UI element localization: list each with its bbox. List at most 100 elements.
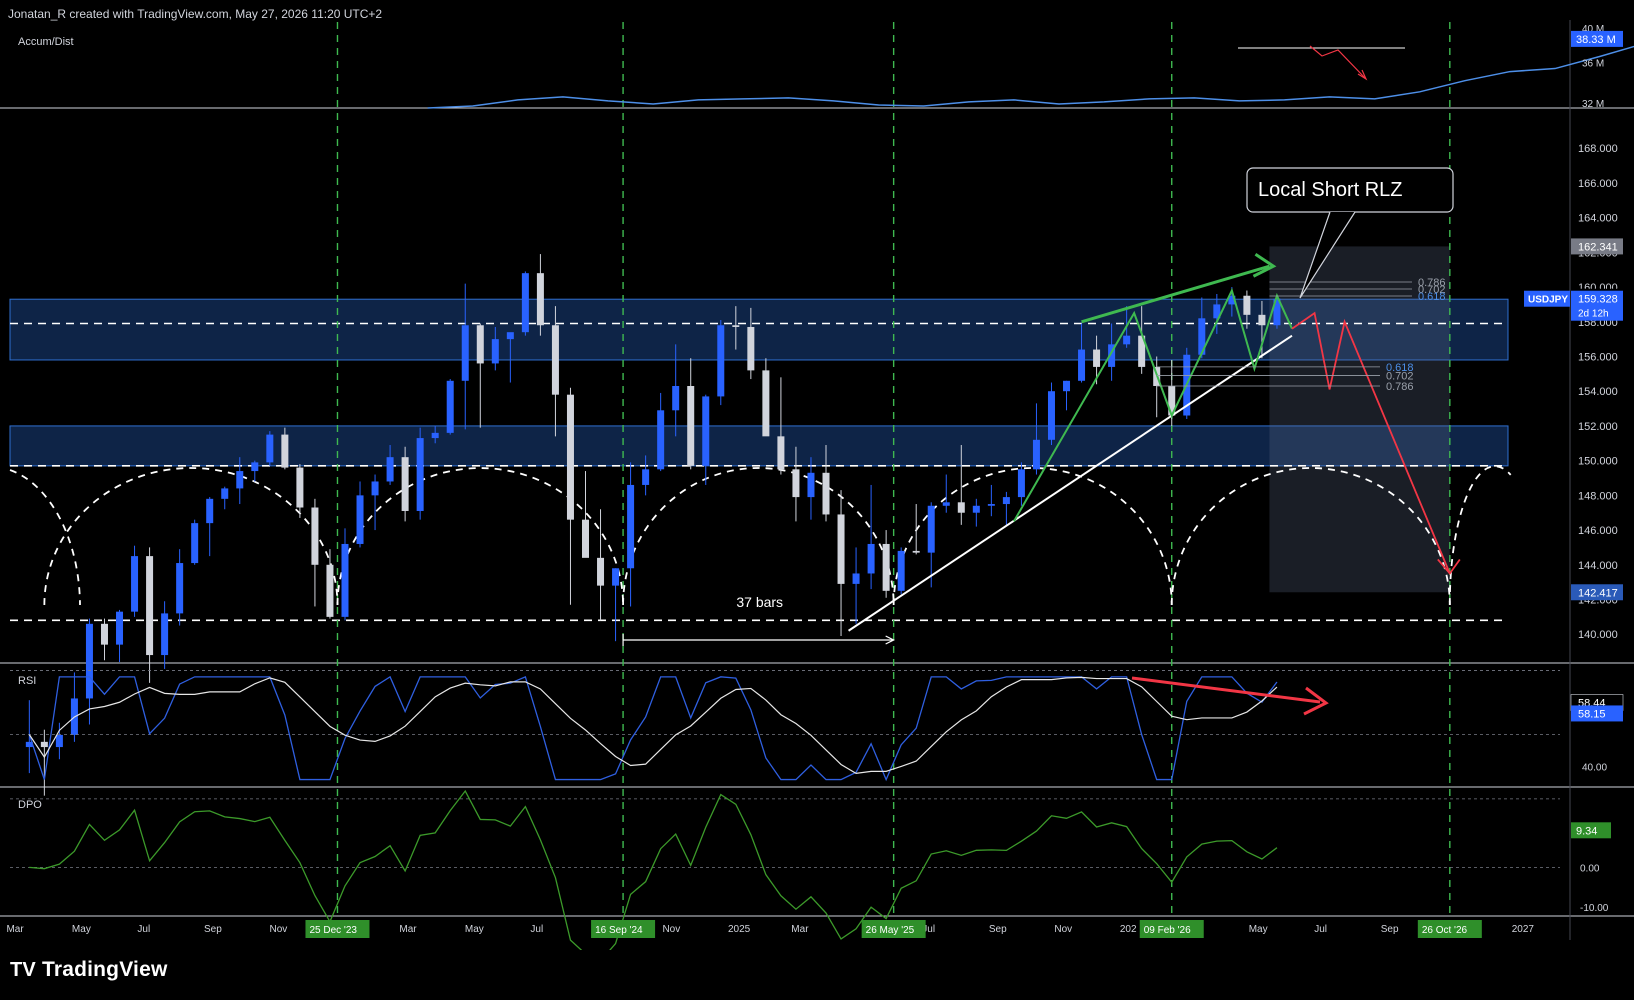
candle-body-51[interactable] [792, 469, 800, 498]
candle-body-67[interactable] [1032, 439, 1040, 470]
cycle-marker-label-2[interactable]: 26 May '25 [866, 925, 915, 936]
rsi-title[interactable]: RSI [18, 675, 36, 687]
time-label-14: 202 [1120, 924, 1137, 935]
candle-body-53[interactable] [822, 472, 830, 515]
candle-body-37[interactable] [581, 519, 589, 558]
countdown-label: 2d 12h [1578, 309, 1609, 320]
candle-body-54[interactable] [837, 514, 845, 584]
candle-body-42[interactable] [657, 410, 665, 470]
candle-body-28[interactable] [446, 380, 454, 433]
candle-body-25[interactable] [401, 457, 409, 511]
candle-body-20[interactable] [326, 564, 334, 617]
candle-body-6[interactable] [116, 611, 124, 645]
candle-body-18[interactable] [296, 467, 304, 508]
cycle-marker-label-0[interactable]: 25 Dec '23 [309, 925, 357, 936]
candle-body-17[interactable] [281, 434, 289, 468]
candle-body-30[interactable] [476, 325, 484, 364]
chart-canvas[interactable]: 0.7860.7020.6180.6180.7020.786Local Shor… [0, 0, 1634, 950]
candle-body-19[interactable] [311, 507, 319, 565]
accdist-red-arrow [1309, 45, 1366, 79]
candle-body-5[interactable] [100, 623, 108, 645]
symbol-tag[interactable]: USDJPY [1528, 295, 1568, 306]
candle-body-41[interactable] [642, 469, 650, 485]
candle-body-61[interactable] [942, 502, 950, 506]
price-tick-0: 168.000 [1578, 143, 1618, 155]
candle-body-45[interactable] [702, 396, 710, 466]
candle-body-32[interactable] [506, 332, 514, 340]
candle-body-63[interactable] [972, 505, 980, 513]
cycle-marker-label-1[interactable]: 16 Sep '24 [595, 925, 643, 936]
candle-body-82[interactable] [1258, 314, 1266, 326]
price-tick-8: 152.000 [1578, 421, 1618, 433]
candle-body-10[interactable] [176, 563, 184, 614]
rsi-red-divergence-line[interactable] [1131, 676, 1321, 704]
candle-body-48[interactable] [747, 326, 755, 371]
candle-body-24[interactable] [386, 457, 394, 482]
candle-body-11[interactable] [191, 523, 199, 564]
candle-body-69[interactable] [1063, 380, 1071, 392]
candle-body-66[interactable] [1017, 469, 1025, 498]
accdist-line[interactable] [427, 36, 1634, 109]
candle-body-39[interactable] [612, 568, 620, 586]
candle-body-21[interactable] [341, 543, 349, 617]
tradingview-name: TradingView [41, 958, 168, 981]
candle-body-49[interactable] [762, 370, 770, 437]
accdist-title[interactable]: Accum/Dist [18, 36, 74, 48]
support-trend-line[interactable] [847, 334, 1293, 632]
candle-body-40[interactable] [627, 484, 635, 569]
cycle-marker-label-4[interactable]: 26 Oct '26 [1422, 925, 1468, 936]
candle-body-33[interactable] [521, 273, 529, 333]
time-label-2: Jul [137, 924, 150, 935]
candle-body-55[interactable] [852, 573, 860, 584]
tradingview-brand[interactable]: TV TradingView [10, 955, 167, 985]
candle-body-65[interactable] [1002, 497, 1010, 505]
candle-body-9[interactable] [161, 613, 169, 656]
candle-body-58[interactable] [897, 550, 905, 591]
candle-body-7[interactable] [131, 556, 139, 612]
candle-body-60[interactable] [927, 505, 935, 553]
candle-body-62[interactable] [957, 502, 965, 513]
candle-body-4[interactable] [85, 623, 93, 699]
candle-body-57[interactable] [882, 543, 890, 591]
candle-body-8[interactable] [146, 556, 154, 656]
candle-body-81[interactable] [1243, 295, 1251, 315]
candle-body-15[interactable] [251, 462, 259, 472]
candle-body-59[interactable] [912, 550, 920, 553]
candle-body-44[interactable] [687, 386, 695, 466]
candle-body-50[interactable] [777, 436, 785, 470]
accdist-tick-0: 36 M [1582, 58, 1604, 69]
candle-body-16[interactable] [266, 434, 274, 463]
price-tick-14: 140.000 [1578, 629, 1618, 641]
dpo-title[interactable]: DPO [18, 799, 42, 811]
candle-body-26[interactable] [416, 438, 424, 511]
cycle-arc-1 [336, 467, 624, 606]
candle-body-70[interactable] [1078, 349, 1086, 381]
candle-body-27[interactable] [431, 432, 439, 439]
price-tick-6: 156.000 [1578, 351, 1618, 363]
candle-body-71[interactable] [1093, 349, 1101, 367]
candle-body-29[interactable] [461, 325, 469, 381]
candle-body-12[interactable] [206, 498, 214, 524]
candle-body-73[interactable] [1123, 335, 1131, 345]
candle-body-34[interactable] [536, 273, 544, 326]
candle-body-31[interactable] [491, 339, 499, 364]
candle-body-56[interactable] [867, 543, 875, 574]
candle-body-13[interactable] [221, 488, 229, 499]
candle-body-64[interactable] [987, 504, 995, 506]
candle-body-43[interactable] [672, 386, 680, 411]
candle-body-2[interactable] [55, 734, 63, 748]
candle-body-36[interactable] [566, 394, 574, 520]
candle-body-46[interactable] [717, 325, 725, 397]
candle-body-14[interactable] [236, 471, 244, 489]
candle-body-1[interactable] [40, 741, 48, 748]
candle-body-35[interactable] [551, 325, 559, 395]
candle-body-22[interactable] [356, 495, 364, 544]
candle-body-52[interactable] [807, 472, 815, 498]
rsi-ma-line[interactable] [28, 676, 1278, 775]
candle-body-47[interactable] [732, 325, 740, 327]
cycle-marker-label-3[interactable]: 09 Feb '26 [1144, 925, 1191, 936]
candle-body-68[interactable] [1047, 391, 1055, 440]
candle-body-23[interactable] [371, 481, 379, 496]
fib-lower-label-2: 0.786 [1386, 381, 1414, 393]
candle-body-38[interactable] [597, 557, 605, 586]
